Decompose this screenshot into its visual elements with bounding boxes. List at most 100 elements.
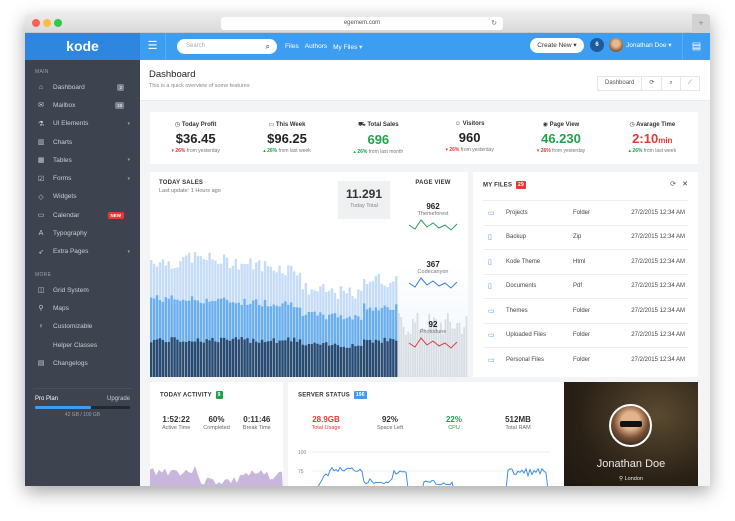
- stat-change-pct: 26%: [267, 148, 278, 154]
- dashboard-button[interactable]: Dashboard: [598, 77, 641, 90]
- page-view-value: 367: [426, 260, 440, 269]
- notification-badge[interactable]: 6: [590, 38, 604, 52]
- location-pin-icon: ⚲: [619, 476, 624, 482]
- metric-value: 92%: [381, 415, 398, 424]
- stat-label: This Week: [275, 122, 306, 128]
- stat-value: 960: [458, 130, 481, 145]
- sales-bar-low: [231, 338, 235, 377]
- metric-label: Space Left: [376, 425, 404, 431]
- sidebar-item-maps[interactable]: ⚲ Maps: [25, 299, 140, 317]
- stat-label: Avarage Time: [636, 122, 676, 128]
- mail-icon: ✉: [38, 102, 44, 110]
- page-view-value: 962: [426, 202, 440, 211]
- plan-usage-text: 42 GB / 100 GB: [64, 412, 101, 418]
- sales-bar-low: [187, 340, 191, 377]
- close-icon[interactable]: ✕: [682, 180, 688, 188]
- plan-widget: Pro Plan Upgrade 42 GB / 100 GB: [35, 396, 130, 418]
- file-row[interactable]: ▭ Personal Files Folder 27/2/2015 12:34 AM: [483, 347, 688, 372]
- file-row[interactable]: ▯ Documents Pdf 27/2/2015 12:34 AM: [483, 273, 688, 299]
- sidebar-item-extra-pages[interactable]: ➶ Extra Pages ▾: [25, 243, 140, 261]
- sales-bar-low: [205, 339, 208, 377]
- sidebar-item-customizable[interactable]: ♀ Customizable: [25, 318, 140, 336]
- sidebar-item-calendar[interactable]: ▭ Calendar NEW: [25, 206, 140, 224]
- metric-value: 0:11:46: [243, 415, 271, 424]
- sidebar-item-dashboard[interactable]: ⌂ Dashboard 2: [25, 78, 140, 96]
- file-row[interactable]: ▭ Themes Folder 27/2/2015 12:34 AM: [483, 298, 688, 323]
- sidebar-item-label: Grid System: [53, 286, 89, 294]
- clock-icon: ◷: [629, 122, 635, 128]
- file-row[interactable]: ▭ Projects Folder 27/2/2015 12:34 AM: [483, 200, 688, 225]
- sidebar-item-count: 2: [117, 83, 124, 91]
- my-files-title: MY FILES: [483, 182, 513, 189]
- sidebar-item-mailbox[interactable]: ✉ Mailbox 19: [25, 96, 140, 114]
- sales-bar-low: [222, 337, 226, 377]
- sidebar-item-charts[interactable]: ▥ Charts: [25, 133, 140, 151]
- user-menu[interactable]: Jonathan Doe ▾: [626, 41, 672, 49]
- sidebar-item-helper-classes[interactable]: Helper Classes: [25, 336, 140, 354]
- sidebar-section-more: MORE: [35, 271, 52, 278]
- sales-bar-low: [327, 345, 331, 377]
- logo[interactable]: kode: [25, 33, 140, 60]
- reload-icon[interactable]: ↻: [491, 17, 497, 30]
- sales-bar-low: [330, 344, 334, 377]
- close-window-button[interactable]: [32, 19, 40, 27]
- sidebar-item-label: Helper Classes: [53, 341, 98, 349]
- stat-this-week: ▭ This Week $96.25 ▴ 26% from last week: [241, 112, 332, 164]
- sales-bar-low: [263, 342, 267, 377]
- sidebar-item-count: 19: [114, 101, 124, 109]
- sales-bar-low: [240, 337, 243, 377]
- sidebar-item-forms[interactable]: ☑ Forms ▾: [25, 169, 140, 187]
- page-title: Dashboard: [149, 69, 196, 80]
- page-view-item-themeforest: 962 Themeforest: [398, 202, 468, 238]
- sidebar-item-grid-system[interactable]: ◫ Grid System: [25, 281, 140, 299]
- sparkline-path: [408, 277, 458, 289]
- search-placeholder: Search: [186, 43, 206, 49]
- nav-link-my-files[interactable]: My Files ▾: [333, 43, 362, 51]
- sidebar-item-widgets[interactable]: ◇ Widgets: [25, 188, 140, 206]
- sales-bar-low: [284, 340, 287, 377]
- sidebar-item-ui-elements[interactable]: ⚗ UI Elements ▾: [25, 115, 140, 133]
- sidebar-item-typography[interactable]: A Typography: [25, 224, 140, 242]
- stat-change-text: from yesterday: [552, 148, 586, 154]
- sidebar-item-tables[interactable]: ▦ Tables ▾: [25, 151, 140, 169]
- sales-bar-low: [176, 339, 179, 377]
- sales-bar-low: [292, 337, 296, 377]
- sales-bar-low: [220, 337, 223, 377]
- sidebar-divider: [33, 388, 132, 389]
- sales-bar-low: [348, 347, 351, 377]
- stat-change-pct: 26%: [357, 149, 368, 155]
- user-avatar[interactable]: [609, 38, 623, 52]
- search-icon[interactable]: ⌕: [661, 77, 679, 90]
- server-line-chart: 100 75: [298, 450, 550, 486]
- file-row[interactable]: ▭ Uploaded Files Folder 27/2/2015 12:34 AM: [483, 322, 688, 348]
- eye-icon: ◉: [542, 122, 548, 128]
- sales-bar-low: [252, 338, 255, 377]
- sidebar-item-label: Forms: [53, 175, 72, 183]
- search-input[interactable]: Search ⌕: [177, 39, 277, 54]
- new-tab-button[interactable]: +: [692, 14, 710, 33]
- sales-bar-low: [275, 342, 278, 377]
- line-chart-icon[interactable]: ⟋: [679, 77, 699, 90]
- upgrade-link[interactable]: Upgrade: [107, 396, 130, 402]
- address-bar[interactable]: egemem.com ↻: [221, 17, 503, 30]
- maximize-window-button[interactable]: [54, 19, 62, 27]
- sidebar-item-changelogs[interactable]: ▤ Changelogs: [25, 354, 140, 372]
- refresh-icon[interactable]: ⟳: [641, 77, 661, 90]
- refresh-icon[interactable]: ⟳: [670, 180, 676, 188]
- nav-link-authors[interactable]: Authors: [305, 43, 327, 50]
- profile-avatar[interactable]: [609, 404, 652, 447]
- sales-bar-low: [290, 341, 293, 377]
- minimize-window-button[interactable]: [43, 19, 51, 27]
- right-panel-toggle-icon[interactable]: ▤: [682, 33, 710, 60]
- menu-toggle-icon[interactable]: ☰: [140, 33, 166, 60]
- sales-bar-low: [208, 340, 211, 377]
- search-icon[interactable]: ⌕: [266, 39, 270, 54]
- page-view-sparkline: [408, 219, 458, 231]
- today-total-box: 11.291 Today Total: [338, 181, 390, 219]
- file-row[interactable]: ▯ Backup Zip 27/2/2015 12:34 AM: [483, 224, 688, 250]
- file-row[interactable]: ▯ Kode Theme Html 27/2/2015 12:34 AM: [483, 249, 688, 274]
- nav-link-files[interactable]: Files: [285, 43, 299, 50]
- sales-bar-low: [246, 338, 249, 377]
- create-new-button[interactable]: Create New ▾: [530, 38, 584, 53]
- file-name: Personal Files: [506, 356, 545, 363]
